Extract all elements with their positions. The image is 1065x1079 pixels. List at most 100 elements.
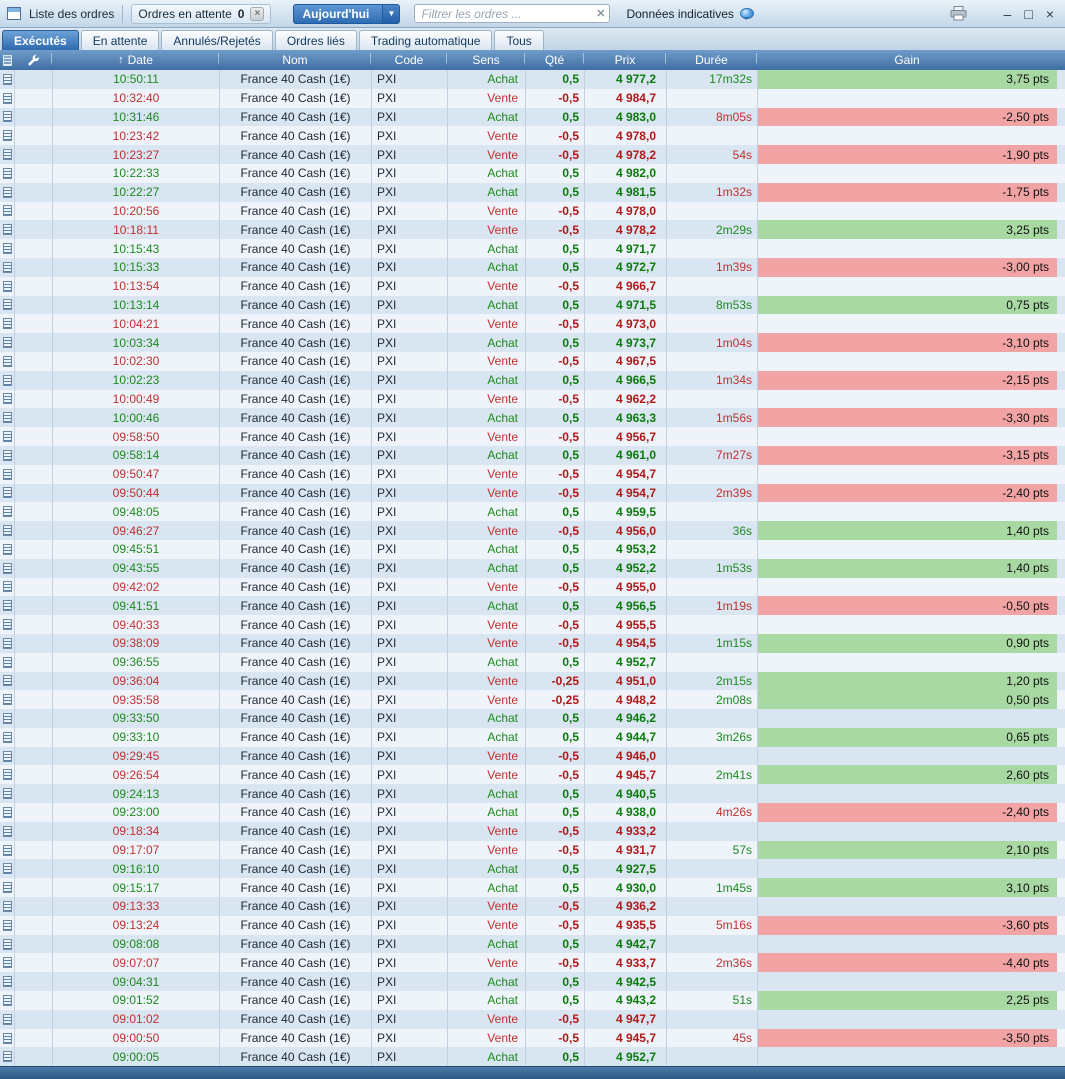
order-row[interactable]: 09:41:51 France 40 Cash (1€) PXI Achat 0,5 4 … bbox=[0, 596, 1065, 616]
order-details-icon[interactable] bbox=[0, 296, 14, 315]
order-details-icon[interactable] bbox=[0, 690, 14, 709]
order-details-icon[interactable] bbox=[0, 653, 14, 672]
order-row[interactable]: 09:45:51 France 40 Cash (1€) PXI Achat 0,5 4 … bbox=[0, 539, 1065, 559]
order-details-icon[interactable] bbox=[0, 897, 14, 916]
col-header-sens[interactable]: Sens bbox=[445, 50, 525, 70]
order-row[interactable]: 09:38:09 France 40 Cash (1€) PXI Vente -0,5 4… bbox=[0, 633, 1065, 653]
order-row[interactable]: 10:31:46 France 40 Cash (1€) PXI Achat 0,5 4 … bbox=[0, 107, 1065, 127]
order-row[interactable]: 10:04:21 France 40 Cash (1€) PXI Vente -0,5 4… bbox=[0, 314, 1065, 334]
close-pending-icon[interactable]: × bbox=[250, 6, 265, 21]
order-details-icon[interactable] bbox=[0, 352, 14, 371]
maximize-button[interactable]: □ bbox=[1024, 7, 1032, 21]
order-row[interactable]: 09:42:02 France 40 Cash (1€) PXI Vente -0,5 4… bbox=[0, 577, 1065, 597]
order-row[interactable]: 09:23:00 France 40 Cash (1€) PXI Achat 0,5 4 … bbox=[0, 803, 1065, 822]
col-header-gain[interactable]: Gain bbox=[755, 50, 1057, 70]
order-row[interactable]: 09:24:13 France 40 Cash (1€) PXI Achat 0,5 4 … bbox=[0, 784, 1065, 804]
order-row[interactable]: 09:18:34 France 40 Cash (1€) PXI Vente -0,5 4… bbox=[0, 821, 1065, 841]
order-details-icon[interactable] bbox=[0, 953, 14, 972]
order-row[interactable]: 09:35:58 France 40 Cash (1€) PXI Vente -0,25… bbox=[0, 690, 1065, 710]
order-details-icon[interactable] bbox=[0, 145, 14, 164]
order-details-icon[interactable] bbox=[0, 258, 14, 277]
order-details-icon[interactable] bbox=[0, 615, 14, 634]
order-row[interactable]: 09:13:24 France 40 Cash (1€) PXI Vente -0,5 4… bbox=[0, 915, 1065, 935]
order-row[interactable]: 09:58:14 France 40 Cash (1€) PXI Achat 0,5 4 … bbox=[0, 445, 1065, 465]
order-details-icon[interactable] bbox=[0, 991, 14, 1010]
order-row[interactable]: 09:46:27 France 40 Cash (1€) PXI Vente -0,5 4… bbox=[0, 521, 1065, 540]
row-details-header-icon[interactable] bbox=[0, 50, 14, 70]
order-details-icon[interactable] bbox=[0, 521, 14, 540]
order-details-icon[interactable] bbox=[0, 371, 14, 390]
order-row[interactable]: 09:36:55 France 40 Cash (1€) PXI Achat 0,5 4 … bbox=[0, 652, 1065, 672]
order-row[interactable]: 09:29:45 France 40 Cash (1€) PXI Vente -0,5 4… bbox=[0, 746, 1065, 766]
order-row[interactable]: 10:23:27 France 40 Cash (1€) PXI Vente -0,5 4… bbox=[0, 145, 1065, 164]
order-details-icon[interactable] bbox=[0, 164, 14, 183]
order-row[interactable]: 09:26:54 France 40 Cash (1€) PXI Vente -0,5 4… bbox=[0, 765, 1065, 785]
minimize-button[interactable]: – bbox=[1004, 7, 1012, 21]
order-row[interactable]: 09:36:04 France 40 Cash (1€) PXI Vente -0,25… bbox=[0, 671, 1065, 691]
col-header-code[interactable]: Code bbox=[369, 50, 447, 70]
order-row[interactable]: 10:00:49 France 40 Cash (1€) PXI Vente -0,5 4… bbox=[0, 389, 1065, 409]
order-row[interactable]: 09:33:10 France 40 Cash (1€) PXI Achat 0,5 4 … bbox=[0, 727, 1065, 747]
order-row[interactable]: 09:50:47 France 40 Cash (1€) PXI Vente -0,5 4… bbox=[0, 464, 1065, 484]
order-row[interactable]: 09:01:52 France 40 Cash (1€) PXI Achat 0,5 4 … bbox=[0, 991, 1065, 1010]
order-row[interactable]: 10:02:30 France 40 Cash (1€) PXI Vente -0,5 4… bbox=[0, 351, 1065, 371]
order-details-icon[interactable] bbox=[0, 70, 14, 89]
order-row[interactable]: 09:43:55 France 40 Cash (1€) PXI Achat 0,5 4 … bbox=[0, 558, 1065, 578]
order-details-icon[interactable] bbox=[0, 634, 14, 653]
order-details-icon[interactable] bbox=[0, 333, 14, 352]
order-details-icon[interactable] bbox=[0, 559, 14, 578]
order-row[interactable]: 10:02:23 France 40 Cash (1€) PXI Achat 0,5 4 … bbox=[0, 370, 1065, 390]
order-row[interactable]: 10:50:11 France 40 Cash (1€) PXI Achat 0,5 4 … bbox=[0, 70, 1065, 89]
order-details-icon[interactable] bbox=[0, 1029, 14, 1048]
order-row[interactable]: 10:13:14 France 40 Cash (1€) PXI Achat 0,5 4 … bbox=[0, 295, 1065, 315]
print-button[interactable] bbox=[950, 6, 967, 21]
order-details-icon[interactable] bbox=[0, 672, 14, 691]
order-details-icon[interactable] bbox=[0, 822, 14, 841]
order-row[interactable]: 09:00:05 France 40 Cash (1€) PXI Achat 0,5 4 … bbox=[0, 1047, 1065, 1067]
clear-filter-icon[interactable]: ✕ bbox=[596, 7, 605, 20]
order-details-icon[interactable] bbox=[0, 239, 14, 258]
order-details-icon[interactable] bbox=[0, 183, 14, 202]
order-row[interactable]: 09:07:07 France 40 Cash (1€) PXI Vente -0,5 4… bbox=[0, 953, 1065, 973]
order-row[interactable]: 10:00:46 France 40 Cash (1€) PXI Achat 0,5 4 … bbox=[0, 408, 1065, 428]
order-row[interactable]: 09:58:50 France 40 Cash (1€) PXI Vente -0,5 4… bbox=[0, 427, 1065, 446]
tab-annules-rejetes[interactable]: Annulés/Rejetés bbox=[161, 30, 273, 50]
order-row[interactable]: 09:13:33 France 40 Cash (1€) PXI Vente -0,5 4… bbox=[0, 897, 1065, 916]
order-row[interactable]: 10:23:42 France 40 Cash (1€) PXI Vente -0,5 4… bbox=[0, 126, 1065, 146]
order-details-icon[interactable] bbox=[0, 408, 14, 427]
order-row[interactable]: 10:18:11 France 40 Cash (1€) PXI Vente -0,5 4… bbox=[0, 220, 1065, 240]
close-button[interactable]: × bbox=[1046, 7, 1054, 21]
order-row[interactable]: 09:16:10 France 40 Cash (1€) PXI Achat 0,5 4 … bbox=[0, 859, 1065, 879]
order-row[interactable]: 09:17:07 France 40 Cash (1€) PXI Vente -0,5 4… bbox=[0, 840, 1065, 860]
tab-trading-automatique[interactable]: Trading automatique bbox=[358, 30, 493, 50]
order-row[interactable]: 10:03:34 France 40 Cash (1€) PXI Achat 0,5 4 … bbox=[0, 333, 1065, 352]
order-details-icon[interactable] bbox=[0, 502, 14, 521]
order-row[interactable]: 10:22:27 France 40 Cash (1€) PXI Achat 0,5 4 … bbox=[0, 182, 1065, 202]
col-header-qte[interactable]: Qté bbox=[523, 50, 584, 70]
order-row[interactable]: 10:32:40 France 40 Cash (1€) PXI Vente -0,5 4… bbox=[0, 88, 1065, 108]
chevron-down-icon[interactable]: ▼ bbox=[382, 4, 400, 23]
order-details-icon[interactable] bbox=[0, 446, 14, 465]
period-select[interactable]: Aujourd'hui ▼ bbox=[293, 3, 401, 24]
order-details-icon[interactable] bbox=[0, 89, 14, 108]
col-header-duree[interactable]: Durée bbox=[664, 50, 757, 70]
tab-en-attente[interactable]: En attente bbox=[80, 30, 160, 50]
order-details-icon[interactable] bbox=[0, 220, 14, 239]
tab-executes[interactable]: Exécutés bbox=[2, 30, 79, 50]
order-details-icon[interactable] bbox=[0, 1047, 14, 1066]
order-row[interactable]: 10:15:33 France 40 Cash (1€) PXI Achat 0,5 4 … bbox=[0, 257, 1065, 277]
order-details-icon[interactable] bbox=[0, 1010, 14, 1029]
order-row[interactable]: 09:48:05 France 40 Cash (1€) PXI Achat 0,5 4 … bbox=[0, 502, 1065, 522]
order-details-icon[interactable] bbox=[0, 747, 14, 766]
order-details-icon[interactable] bbox=[0, 878, 14, 897]
order-details-icon[interactable] bbox=[0, 972, 14, 991]
order-row[interactable]: 09:01:02 France 40 Cash (1€) PXI Vente -0,5 4… bbox=[0, 1009, 1065, 1029]
order-details-icon[interactable] bbox=[0, 841, 14, 860]
order-row[interactable]: 09:15:17 France 40 Cash (1€) PXI Achat 0,5 4 … bbox=[0, 878, 1065, 898]
tab-tous[interactable]: Tous bbox=[494, 30, 544, 50]
pending-orders-chip[interactable]: Ordres en attente 0 × bbox=[131, 3, 272, 24]
order-details-icon[interactable] bbox=[0, 596, 14, 615]
order-details-icon[interactable] bbox=[0, 803, 14, 822]
order-row[interactable]: 09:50:44 France 40 Cash (1€) PXI Vente -0,5 4… bbox=[0, 483, 1065, 503]
filter-input[interactable] bbox=[414, 4, 611, 23]
